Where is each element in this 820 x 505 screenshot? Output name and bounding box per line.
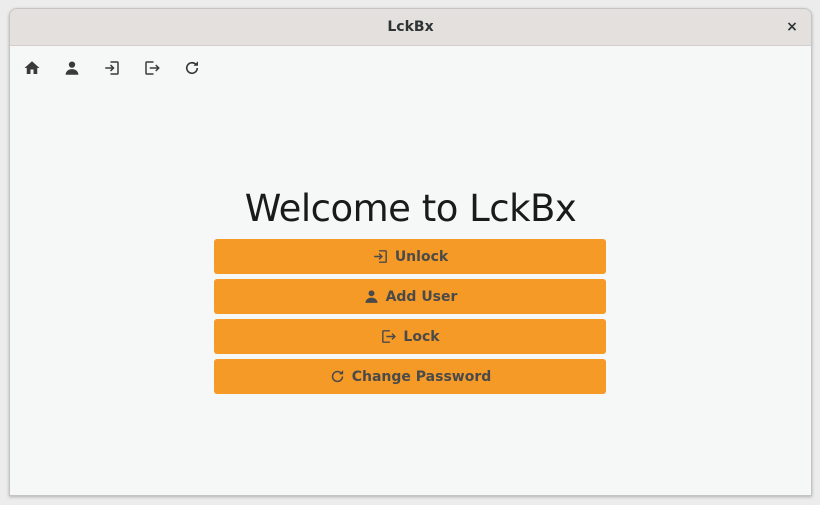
unlock-button-label: Unlock bbox=[394, 248, 449, 265]
user-button[interactable] bbox=[60, 56, 84, 80]
change-password-button[interactable]: Change Password bbox=[214, 359, 606, 394]
lock-button-label: Lock bbox=[403, 328, 440, 345]
unlock-button[interactable]: Unlock bbox=[214, 239, 606, 274]
logout-icon bbox=[145, 61, 160, 75]
lock-button[interactable]: Lock bbox=[214, 319, 606, 354]
logout-button[interactable] bbox=[140, 56, 164, 80]
login-icon bbox=[373, 250, 387, 263]
close-button[interactable]: × bbox=[783, 18, 801, 36]
titlebar: LckBx × bbox=[10, 9, 811, 46]
login-icon bbox=[105, 61, 119, 75]
app-window: LckBx × Welcome to LckBx Unlock Add User… bbox=[9, 8, 812, 496]
add-user-button[interactable]: Add User bbox=[214, 279, 606, 314]
action-list: Unlock Add User Lock Change Password bbox=[214, 239, 606, 394]
login-button[interactable] bbox=[100, 56, 124, 80]
logout-icon bbox=[382, 330, 397, 343]
home-button[interactable] bbox=[20, 56, 44, 80]
user-icon bbox=[365, 290, 378, 303]
toolbar bbox=[20, 56, 204, 80]
refresh-button[interactable] bbox=[180, 56, 204, 80]
user-icon bbox=[65, 61, 79, 75]
add-user-button-label: Add User bbox=[385, 288, 458, 305]
page-title: Welcome to LckBx bbox=[244, 187, 577, 230]
refresh-icon bbox=[331, 370, 343, 383]
refresh-icon bbox=[185, 61, 199, 75]
home-icon bbox=[24, 61, 40, 74]
change-password-button-label: Change Password bbox=[351, 368, 492, 385]
window-title: LckBx bbox=[387, 19, 434, 35]
